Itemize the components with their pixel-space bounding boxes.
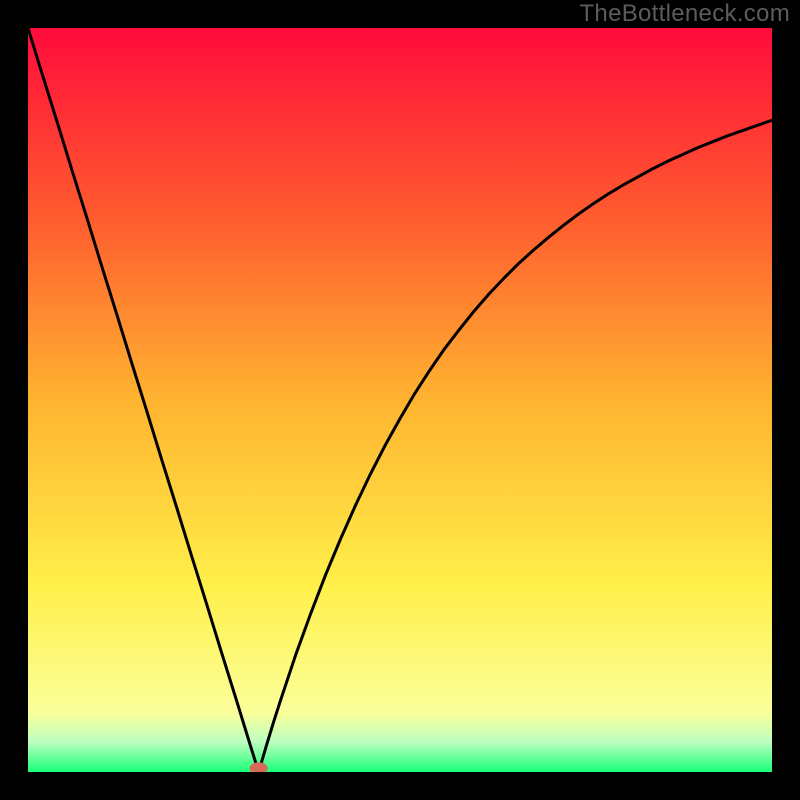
gradient-background [28,28,772,772]
watermark-text: TheBottleneck.com [579,0,790,28]
plot-area [28,28,772,772]
chart-svg [28,28,772,772]
chart-frame: TheBottleneck.com [0,0,800,800]
